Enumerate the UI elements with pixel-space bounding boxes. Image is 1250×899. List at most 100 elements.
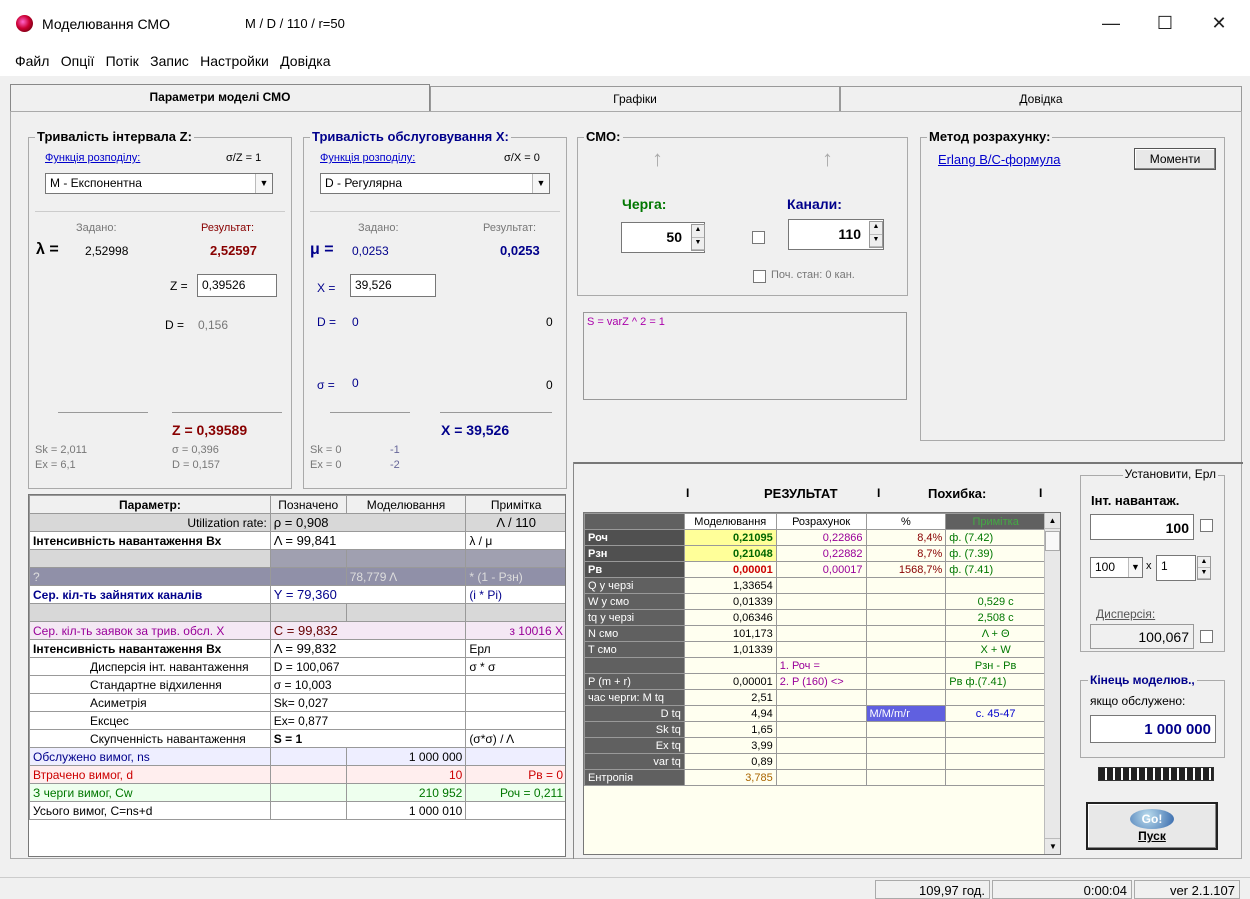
table-cell [945, 769, 1046, 786]
table-cell: Обслужено вимог, ns [29, 747, 271, 766]
results-header: Моделювання [683, 513, 777, 530]
end-model-input[interactable]: 1 000 000 [1090, 715, 1216, 743]
table-cell: σ * σ [465, 657, 565, 676]
table-cell [683, 657, 777, 674]
table-cell [584, 657, 685, 674]
link-checkbox[interactable] [752, 231, 765, 244]
table-cell: * (1 - Pзн) [465, 567, 565, 586]
table-cell: 0,21095 [683, 529, 777, 546]
tab-help[interactable]: Довідка [840, 86, 1242, 112]
start-button-label: Пуск [1138, 829, 1166, 843]
x-input[interactable]: 39,526 [350, 274, 436, 297]
table-cell: ф. (7.42) [945, 529, 1046, 546]
moments-button[interactable]: Моменти [1134, 148, 1216, 170]
table-cell: Ентропія [584, 769, 685, 786]
table-cell [865, 689, 947, 706]
table-cell [465, 801, 565, 820]
scroll-thumb[interactable] [1045, 531, 1060, 551]
load-checkbox[interactable] [1200, 519, 1213, 532]
dispersion-checkbox[interactable] [1200, 630, 1213, 643]
minimize-icon[interactable]: — [1098, 10, 1124, 36]
load-select[interactable]: 100 ▼ [1090, 557, 1143, 578]
table-cell [775, 625, 867, 642]
table-cell [465, 549, 565, 568]
z-label: Z = [170, 279, 188, 293]
params-header: Позначено [269, 495, 347, 514]
table-cell: Усього вимог, C=ns+d [29, 801, 271, 820]
table-cell: Ex tq [584, 737, 685, 754]
menu-options[interactable]: Опції [61, 53, 95, 69]
queue-label: Черга: [622, 196, 667, 212]
scroll-down-icon[interactable]: ▼ [1045, 838, 1060, 854]
table-cell: з 10016 X [465, 621, 565, 640]
menu-file[interactable]: Файл [15, 53, 49, 69]
table-cell: 0,06346 [683, 609, 777, 626]
lambda-set: 2,52998 [85, 244, 129, 258]
menu-stream[interactable]: Потік [106, 53, 139, 69]
tab-parameters[interactable]: Параметри моделі СМО [10, 84, 430, 113]
table-cell: Pв = 0 [465, 765, 565, 784]
table-cell: Інтенсивність навантаження Вх [29, 531, 271, 550]
divider [330, 412, 410, 413]
table-cell: ? [29, 567, 271, 586]
mult-input[interactable]: 1 [1156, 555, 1196, 581]
load-input[interactable]: 100 [1090, 514, 1194, 540]
divider [440, 412, 552, 413]
table-cell: 1,65 [683, 721, 777, 738]
table-cell [269, 765, 347, 784]
menu-settings[interactable]: Настройки [200, 53, 269, 69]
z-input[interactable]: 0,39526 [197, 274, 277, 297]
sep-icon: I [686, 486, 690, 500]
table-cell [345, 603, 467, 622]
channels-spinner[interactable]: ▲ ▼ [869, 221, 883, 248]
table-cell [269, 603, 347, 622]
service-dist-value: D - Регулярна [325, 176, 403, 190]
init-state-checkbox[interactable] [753, 270, 766, 283]
formula-text: S = varZ ^ 2 = 1 [587, 316, 665, 328]
table-cell: Рзн - Рв [945, 657, 1046, 674]
interval-res-label: Результат: [201, 222, 255, 234]
table-cell: 0,01339 [683, 593, 777, 610]
params-header: Параметр: [29, 495, 271, 514]
table-cell: Роч = 0,211 [465, 783, 565, 802]
scroll-up-icon[interactable]: ▲ [1045, 513, 1060, 529]
results-scrollbar[interactable]: ▲ ▼ [1044, 513, 1060, 854]
channels-label: Канали: [787, 196, 842, 212]
load-label: Інт. навантаж. [1091, 493, 1180, 508]
service-dist-select[interactable]: D - Регулярна ▼ [320, 173, 550, 194]
table-cell: Λ / 110 [465, 513, 565, 532]
table-cell: Υ = 79,360 [269, 585, 467, 604]
table-cell: Λ = 99,841 [269, 531, 467, 550]
load-select-value: 100 [1095, 560, 1116, 574]
table-cell: Стандартне відхилення [29, 675, 271, 694]
service-sigma-value: 0 [352, 376, 359, 390]
results-header: Примітка [945, 513, 1046, 530]
table-cell: 0,22882 [775, 545, 867, 562]
menu-help[interactable]: Довідка [280, 53, 330, 69]
service-func-link[interactable]: Функція розподілу: [320, 152, 415, 164]
table-cell: X + W [945, 641, 1046, 658]
mult-spinner[interactable]: ▲ ▼ [1197, 556, 1211, 580]
table-cell [945, 737, 1046, 754]
menu-record[interactable]: Запис [150, 53, 189, 69]
tab-charts[interactable]: Графіки [430, 86, 840, 112]
table-cell: tq у черзі [584, 609, 685, 626]
table-cell: 1568,7% [865, 561, 947, 578]
lambda-symbol: λ = [36, 241, 59, 258]
interval-func-link[interactable]: Функція розподілу: [45, 152, 140, 164]
interval-sigma: σ = 0,396 [172, 444, 219, 456]
service-set-label: Задано: [358, 222, 399, 234]
table-cell: 78,779 Λ [345, 567, 467, 586]
dispersion-link[interactable]: Дисперсія: [1096, 607, 1155, 621]
queue-spinner[interactable]: ▲ ▼ [691, 224, 705, 251]
results-header: Розрахунок [775, 513, 867, 530]
close-icon[interactable]: ✕ [1206, 10, 1232, 36]
maximize-icon[interactable]: ☐ [1152, 10, 1178, 36]
table-cell [775, 721, 867, 738]
interval-dist-value: M - Експонентна [50, 176, 142, 190]
service-sk: Sk = 0 [310, 444, 342, 456]
interval-dist-select[interactable]: M - Експонентна ▼ [45, 173, 273, 194]
table-cell: Сер. кіл-ть зайнятих каналів [29, 585, 271, 604]
erlang-link[interactable]: Erlang B/C-формула [938, 152, 1060, 167]
start-button[interactable]: Go! Пуск [1086, 802, 1218, 850]
